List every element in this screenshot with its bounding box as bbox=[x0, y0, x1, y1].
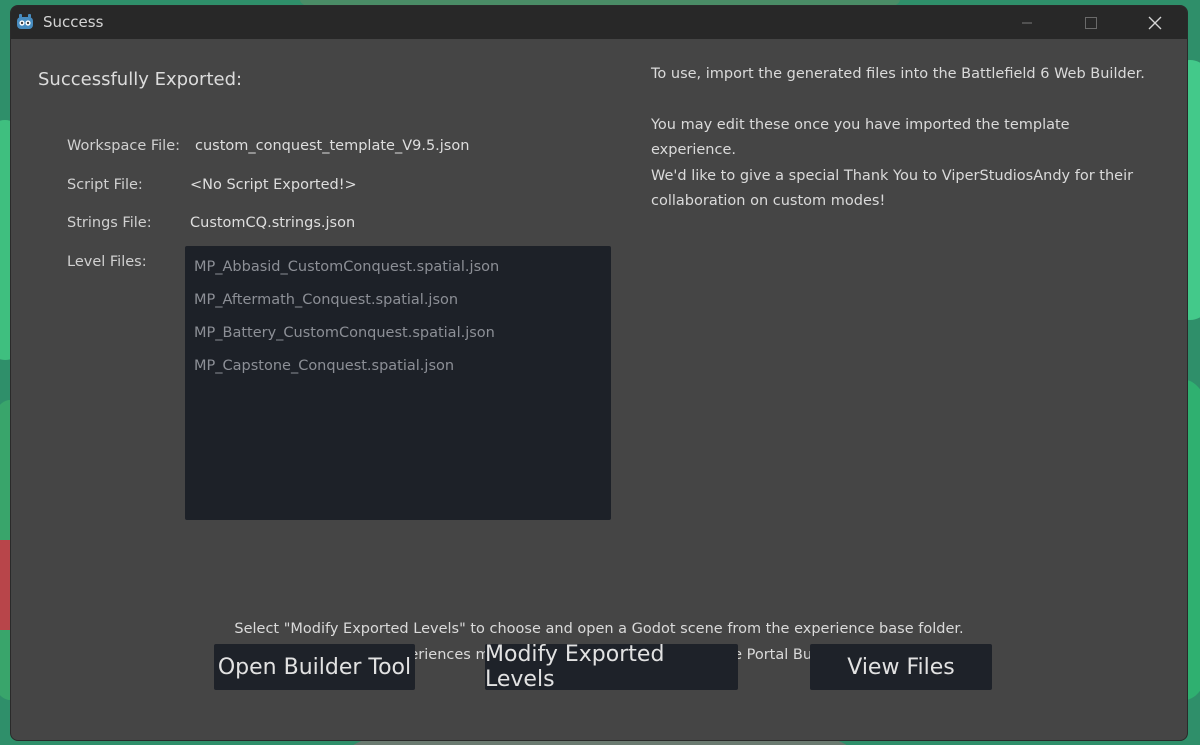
minimize-icon bbox=[1022, 22, 1032, 23]
script-file-label: Script File: bbox=[67, 177, 143, 193]
view-files-button[interactable]: View Files bbox=[810, 644, 992, 690]
export-heading: Successfully Exported: bbox=[38, 69, 243, 90]
maximize-icon bbox=[1085, 16, 1097, 29]
open-builder-tool-button[interactable]: Open Builder Tool bbox=[214, 644, 415, 690]
title-bar[interactable]: Success bbox=[11, 6, 1187, 39]
window-title: Success bbox=[43, 13, 104, 31]
close-icon bbox=[1148, 16, 1162, 29]
info-import-text: To use, import the generated files into … bbox=[651, 66, 1145, 82]
footer-note-modify: Select "Modify Exported Levels" to choos… bbox=[234, 621, 964, 637]
info-thanks-text: We'd like to give a special Thank You to… bbox=[651, 168, 1134, 209]
minimize-button[interactable] bbox=[997, 6, 1057, 39]
workspace-file-value: custom_conquest_template_V9.5.json bbox=[195, 138, 470, 154]
script-file-value: <No Script Exported!> bbox=[190, 177, 357, 193]
list-item[interactable]: MP_Abbasid_CustomConquest.spatial.json bbox=[194, 259, 499, 275]
success-dialog: Success Successfully Exported: Workspace… bbox=[10, 5, 1188, 741]
close-button[interactable] bbox=[1125, 6, 1185, 39]
level-files-list[interactable]: MP_Abbasid_CustomConquest.spatial.json M… bbox=[185, 246, 611, 520]
list-item[interactable]: MP_Capstone_Conquest.spatial.json bbox=[194, 358, 454, 374]
list-item[interactable]: MP_Battery_CustomConquest.spatial.json bbox=[194, 325, 495, 341]
strings-file-value: CustomCQ.strings.json bbox=[190, 215, 356, 231]
workspace-file-label: Workspace File: bbox=[67, 138, 181, 154]
list-item[interactable]: MP_Aftermath_Conquest.spatial.json bbox=[194, 292, 458, 308]
strings-file-label: Strings File: bbox=[67, 215, 152, 231]
modify-exported-levels-button[interactable]: Modify Exported Levels bbox=[485, 642, 738, 692]
info-edit-text: You may edit these once you have importe… bbox=[651, 117, 1070, 158]
dialog-content: Successfully Exported: Workspace File: c… bbox=[11, 39, 1187, 740]
maximize-button[interactable] bbox=[1061, 6, 1121, 39]
level-files-label: Level Files: bbox=[67, 254, 147, 270]
godot-icon bbox=[15, 12, 35, 32]
